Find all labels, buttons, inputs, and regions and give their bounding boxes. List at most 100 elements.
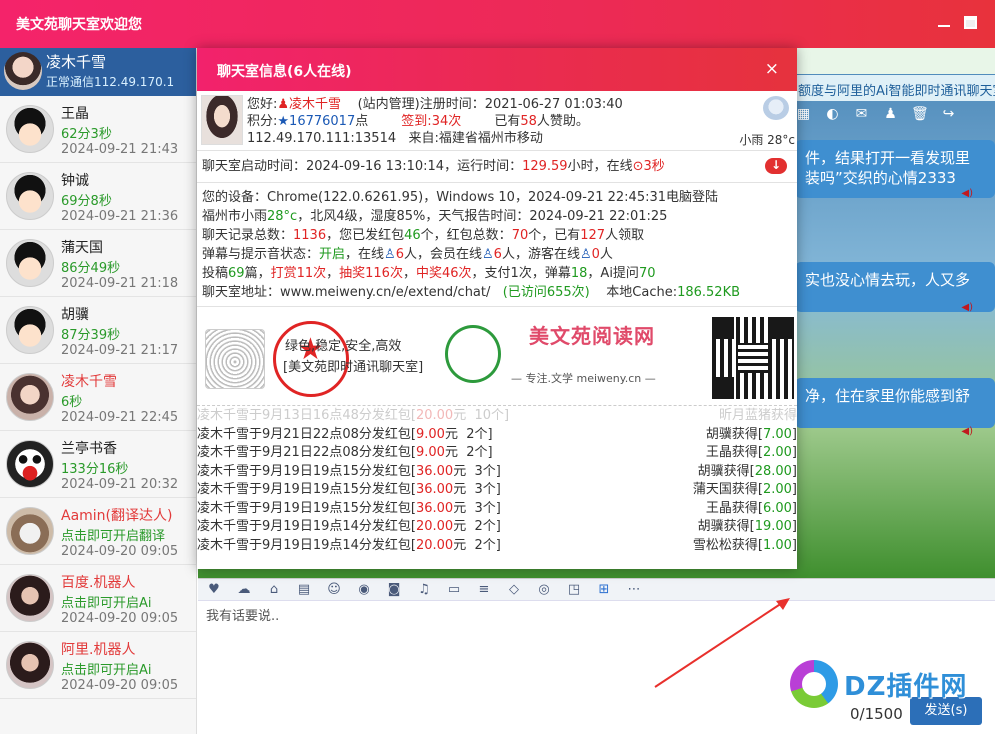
avatar [201, 95, 243, 145]
user-name: 阿里.机器人 [61, 642, 136, 658]
user-online-time: 点击即可开启Ai [61, 663, 152, 678]
grid-icon[interactable]: ▦ [795, 106, 812, 123]
avatar [4, 52, 42, 90]
user-name: 蒲天国 [61, 240, 103, 256]
speaker-icon[interactable]: ◀) [961, 426, 973, 437]
speaker-icon[interactable]: ◀) [961, 302, 973, 313]
user-online-time: 133分16秒 [61, 462, 129, 477]
camera-icon[interactable]: ◙ [386, 582, 402, 598]
user-name: 兰亭书香 [61, 441, 117, 457]
maximize-icon[interactable] [964, 16, 977, 29]
red-packet-row: 凌木千雪于9月21日22点08分发红包[9.00元 2个] 王晶获得[2.00] [197, 445, 797, 460]
stats-section: 您的设备：Chrome(122.0.6261.95)，Windows 10，20… [197, 183, 797, 307]
user-last-time: 2024-09-21 21:43 [61, 142, 179, 157]
id-card-icon[interactable]: ▤ [296, 582, 312, 598]
user-list-item[interactable]: 凌木千雪 6秒 2024-09-21 22:45 [0, 364, 196, 431]
share-icon[interactable]: ↪ [940, 106, 957, 123]
user-last-time: 2024-09-21 21:36 [61, 209, 179, 224]
red-packet-row: 凌木千雪于9月13日16点48分发红包[20.00元 10个] 昕月蓝猪获得 [197, 408, 797, 423]
diamond-icon[interactable]: ◇ [506, 582, 522, 598]
user-name: 凌木千雪 [61, 374, 117, 390]
user-list-item[interactable]: Aamin(翻译达人) 点击即可开启翻译 2024-09-20 09:05 [0, 498, 196, 565]
avatar [6, 641, 54, 689]
current-user[interactable]: 凌木千雪 正常通信112.49.170.1 [0, 48, 196, 96]
promo-banner: 绿色,稳定,安全,高效 [美文苑即时通讯聊天室] 美文苑阅读网 — 专注.文学 … [197, 307, 797, 406]
user-online-time: 69分8秒 [61, 194, 112, 209]
fingerprint-icon [205, 329, 265, 389]
avatar [6, 306, 54, 354]
device-line: 您的设备：Chrome(122.0.6261.95)，Windows 10，20… [202, 190, 719, 205]
music-icon[interactable]: ♫ [416, 582, 432, 598]
window-titlebar: 美文苑聊天室欢迎您 [0, 0, 995, 48]
user-online-time: 87分39秒 [61, 328, 121, 343]
user-list-item[interactable]: 王晶 62分3秒 2024-09-21 21:43 [0, 96, 196, 163]
user-online-time: 点击即可开启翻译 [61, 529, 166, 544]
annotation-arrow [654, 598, 790, 688]
qq-icon[interactable]: ♟ [882, 106, 899, 123]
user-list-item[interactable]: 百度.机器人 点击即可开启Ai 2024-09-20 09:05 [0, 565, 196, 632]
user-online-time: 62分3秒 [61, 127, 112, 142]
heart-icon[interactable]: ♥ [206, 582, 222, 598]
promo-slogan-2: [美文苑即时通讯聊天室] [283, 360, 424, 375]
profile-section: 您好:♟凌木千雪 (站内管理)注册时间：2021-06-27 01:03:40 … [197, 91, 797, 151]
speaker-icon[interactable]: ◀) [961, 188, 973, 199]
brand-subtitle: — 专注.文学 meiweny.cn — [511, 372, 656, 385]
address-line: 聊天室地址：www.meiweny.cn/e/extend/chat/ (已访问… [202, 285, 741, 300]
close-icon[interactable]: × [765, 59, 779, 79]
user-name: 王晶 [61, 106, 89, 122]
emoji-icon[interactable]: ☺ [326, 582, 342, 598]
bank-icon[interactable]: ⌂ [266, 582, 282, 598]
user-circle-icon[interactable]: ◉ [356, 582, 372, 598]
rss-icon[interactable]: ◳ [566, 582, 582, 598]
user-list-item[interactable]: 蒲天国 86分49秒 2024-09-21 21:18 [0, 230, 196, 297]
more-icon[interactable]: ⋯ [626, 582, 642, 598]
red-packet-row: 凌木千雪于9月21日22点08分发红包[9.00元 2个] 胡骥获得[7.00] [197, 426, 797, 442]
runtime-line: 聊天室启动时间：2024-09-16 13:10:14，运行时间：129.59小… [197, 151, 797, 183]
watermark-logo-icon [790, 660, 838, 708]
user-last-time: 2024-09-21 20:32 [61, 477, 179, 492]
site-watermark: DZ插件网 [790, 654, 980, 714]
toggle-icon[interactable]: ◐ [824, 106, 841, 123]
user-list-item[interactable]: 胡骥 87分39秒 2024-09-21 21:17 [0, 297, 196, 364]
avatar [6, 507, 54, 555]
mail-icon[interactable]: ✉ [853, 106, 870, 123]
user-online-time: 点击即可开启Ai [61, 596, 152, 611]
packet-stats-line: 聊天记录总数：1136，您已发红包46个，红包总数：70个，已有127人领取 [202, 228, 645, 243]
windows-icon[interactable]: ⊞ [596, 582, 612, 598]
weather-text: 小雨 28°c [739, 133, 795, 147]
user-list-item[interactable]: 钟诚 69分8秒 2024-09-21 21:36 [0, 163, 196, 230]
chatroom-link[interactable]: www.meiweny.cn/e/extend/chat/ [280, 285, 490, 300]
reading-logo-icon [445, 325, 501, 383]
red-packet-row: 凌木千雪于9月19日19点15分发红包[36.00元 3个] 胡骥获得[28.00… [197, 463, 797, 479]
folder-icon[interactable]: ▭ [446, 582, 462, 598]
user-name: 钟诚 [61, 173, 89, 189]
avatar [6, 239, 54, 287]
user-list-item[interactable]: 兰亭书香 133分16秒 2024-09-21 20:32 [0, 431, 196, 498]
user-last-time: 2024-09-21 21:18 [61, 276, 179, 291]
rain-icon [763, 96, 789, 120]
red-packet-list: 凌木千雪于9月13日16点48分发红包[20.00元 10个] 昕月蓝猪获得 凌木千… [197, 406, 797, 568]
user-last-time: 2024-09-20 09:05 [61, 678, 179, 693]
user-online-time: 86分49秒 [61, 261, 121, 276]
signin-count: 34 [431, 114, 449, 129]
profile-name[interactable]: 凌木千雪 [289, 97, 341, 112]
watermark-text: DZ插件网 [844, 671, 968, 702]
cloud-icon[interactable]: ☁ [236, 582, 252, 598]
cloud-download-icon[interactable] [765, 156, 787, 175]
database-icon[interactable]: ◎ [536, 582, 552, 598]
online-stats-line: 弹幕与提示音状态：开启，在线♙6人，会员在线♙6人，游客在线♙0人 [202, 247, 613, 262]
brand-title: 美文苑阅读网 [529, 324, 655, 348]
minimize-icon[interactable] [938, 24, 950, 27]
user-list-item[interactable]: 阿里.机器人点击即可开启Ai 2024-09-20 09:05 [0, 632, 196, 699]
dialog-title: 聊天室信息(6人在线) [217, 64, 352, 80]
trash-icon[interactable]: 🗑 [911, 106, 929, 123]
chat-bubble: 净，住在家里你能感到舒 [795, 378, 995, 428]
server-icon[interactable]: ≡ [476, 582, 492, 598]
activity-line: 投稿69篇，打赏11次，抽奖116次，中奖46次，支付1次，弹幕18，Ai提问7… [202, 266, 656, 281]
user-last-time: 2024-09-20 09:05 [61, 611, 179, 626]
promo-slogan: 绿色,稳定,安全,高效 [285, 339, 402, 354]
red-packet-row: 凌木千雪于9月19日19点14分发红包[20.00元 2个] 胡骥获得[19.00… [197, 519, 797, 534]
composer-toolbar: ♥ ☁ ⌂ ▤ ☺ ◉ ◙ ♫ ▭ ≡ ◇ ◎ ◳ ⊞ ⋯ [198, 579, 995, 601]
points-value: 16776017 [289, 114, 356, 129]
window-title: 美文苑聊天室欢迎您 [16, 17, 142, 33]
